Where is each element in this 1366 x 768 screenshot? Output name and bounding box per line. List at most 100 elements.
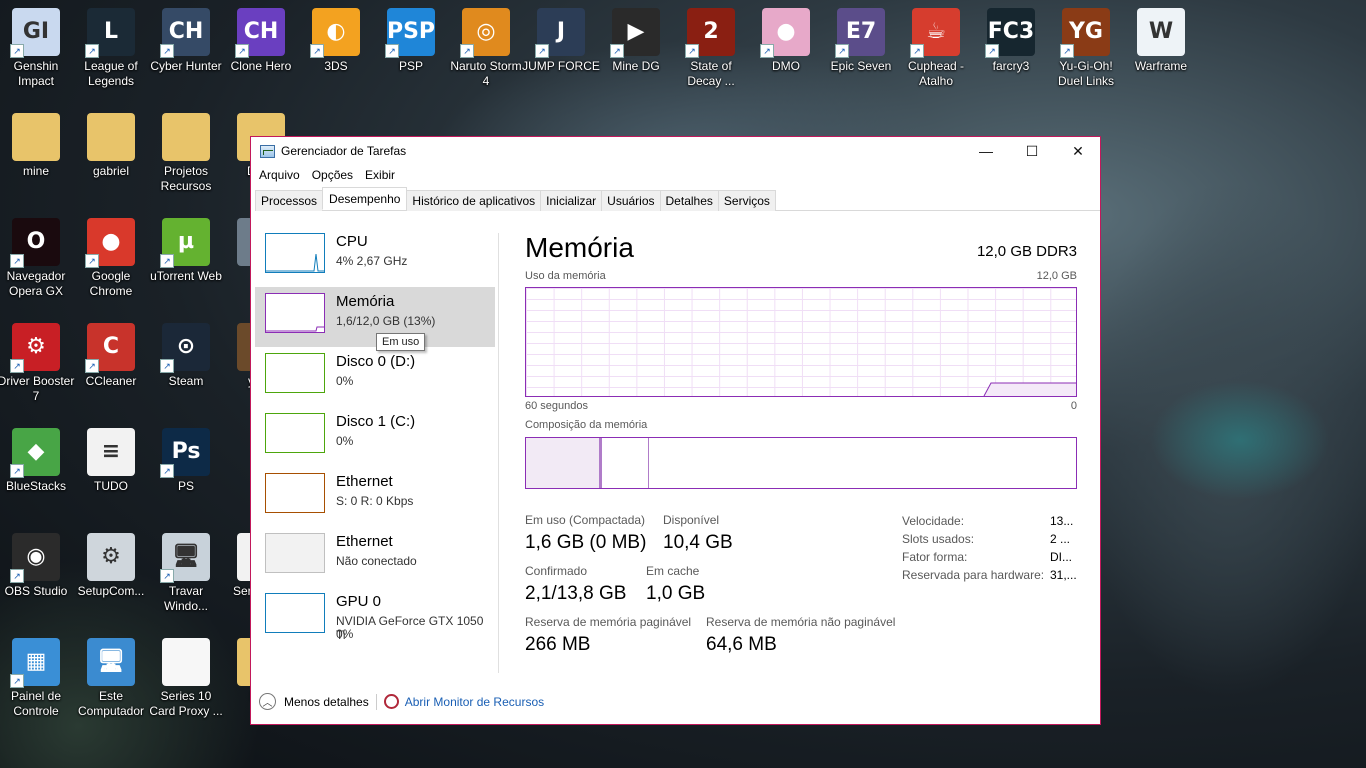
resource-subtext: 0% [336,374,354,388]
menu-arquivo[interactable]: Arquivo [253,168,306,182]
tab-processos[interactable]: Processos [255,190,324,211]
resource-item[interactable]: Memória 1,6/12,0 GB (13%) [255,287,495,347]
tab-servicos[interactable]: Serviços [717,190,776,211]
menu-opcoes[interactable]: Opções [306,168,359,182]
app-icon: FC3 ↗ [985,8,1035,58]
desktop-icon[interactable]: gabriel [75,113,147,215]
resource-item[interactable]: CPU 4% 2,67 GHz [255,227,495,287]
desktop-icon-label: 3DS [324,59,348,73]
desktop-icon[interactable]: CH ↗ Cyber Hunter [150,8,222,110]
desktop-icon[interactable]: CH ↗ Clone Hero [225,8,297,110]
desktop-icon-label: Projetos Recursos [160,164,212,193]
app-icon: J ↗ [535,8,585,58]
desktop-icon[interactable]: 🖥 ↗ Travar Windo... [150,533,222,635]
prop-reserved-label: Reservada para hardware: [902,568,1045,582]
resource-thumbnail [265,533,325,573]
app-icon: 🖥 ↗ [160,533,210,583]
desktop-icon[interactable]: ⊙ ↗ Steam [150,323,222,425]
resource-item[interactable]: Disco 1 (C:) 0% [255,407,495,467]
tab-historico[interactable]: Histórico de aplicativos [406,190,542,211]
app-glyph: ● [776,19,796,44]
title-bar[interactable]: Gerenciador de Tarefas — ☐ ✕ [251,137,1100,165]
app-icon: µ ↗ [160,218,210,268]
desktop-icon[interactable]: 🖥 Este Computador [75,638,147,740]
desktop-icon[interactable]: mine [0,113,72,215]
desktop-icon[interactable]: W Warframe [1125,8,1197,110]
desktop-icon-label: JUMP FORCE [522,59,600,73]
resource-thumbnail [265,353,325,393]
desktop-icon[interactable]: ● ↗ Google Chrome [75,218,147,320]
resource-subtext: 0% [336,434,354,448]
app-glyph: E7 [845,19,877,44]
app-icon: ⚙ [87,533,135,581]
desktop-icon[interactable]: E7 ↗ Epic Seven [825,8,897,110]
shortcut-arrow-icon: ↗ [160,464,174,478]
desktop-icon-label: Yu-Gi-Oh! Duel Links [1057,59,1115,88]
desktop-icon-label: mine [22,164,49,178]
resource-thumbnail [265,413,325,453]
tab-desempenho[interactable]: Desempenho [322,187,408,210]
desktop-icon[interactable]: ◉ ↗ OBS Studio [0,533,72,635]
pane-divider[interactable] [498,233,499,673]
desktop-icon[interactable]: µ ↗ uTorrent Web [150,218,222,320]
desktop-icon[interactable]: O ↗ Navegador Opera GX [0,218,72,320]
desktop-icon[interactable]: ▶ ↗ Mine DG [600,8,672,110]
desktop-icon[interactable]: ≡ TUDO [75,428,147,530]
app-glyph: ▦ [25,649,47,674]
shortcut-arrow-icon: ↗ [460,44,474,58]
desktop-icon[interactable]: ◎ ↗ Naruto Storm 4 [450,8,522,110]
menu-exibir[interactable]: Exibir [359,168,401,182]
shortcut-arrow-icon: ↗ [10,464,24,478]
desktop-icon[interactable]: Ps ↗ PS [150,428,222,530]
desktop-icon[interactable]: ☕ ↗ Cuphead - Atalho [900,8,972,110]
app-glyph: CH [243,19,279,44]
resource-item[interactable]: Ethernet S: 0 R: 0 Kbps [255,467,495,527]
shortcut-arrow-icon: ↗ [10,359,24,373]
desktop-icon[interactable]: J ↗ JUMP FORCE [522,8,600,110]
resource-thumbnail [265,293,325,333]
tab-inicializar[interactable]: Inicializar [540,190,603,211]
desktop-icon[interactable]: ▦ ↗ Painel de Controle [0,638,72,740]
app-icon [162,113,210,161]
close-button[interactable]: ✕ [1055,137,1101,165]
desktop-icon[interactable]: GI ↗ Genshin Impact [0,8,72,110]
app-glyph: ◉ [26,544,46,569]
app-icon: L ↗ [85,8,135,58]
desktop-icon[interactable]: 2 ↗ State of Decay ... [675,8,747,110]
desktop-icon[interactable]: ● ↗ DMO [750,8,822,110]
shortcut-arrow-icon: ↗ [85,44,99,58]
desktop-icon[interactable]: ◐ ↗ 3DS [300,8,372,110]
maximize-button[interactable]: ☐ [1009,137,1055,165]
app-icon: ≡ [87,428,135,476]
desktop-icon-label: PS [177,479,194,493]
resource-item[interactable]: Ethernet Não conectado [255,527,495,587]
desktop-icon[interactable]: FC3 ↗ farcry3 [975,8,1047,110]
memory-capacity: 12,0 GB DDR3 [976,243,1077,260]
desktop-icon[interactable]: C ↗ CCleaner [75,323,147,425]
stat-paged-pool: Reserva de memória paginável 266 MB [525,615,691,656]
desktop-icon[interactable]: ◆ ↗ BlueStacks [0,428,72,530]
tab-usuarios[interactable]: Usuários [601,190,661,211]
tab-detalhes[interactable]: Detalhes [659,190,719,211]
app-icon: GI ↗ [10,8,60,58]
app-glyph: GI [22,19,50,44]
desktop-icon[interactable]: PSP ↗ PSP [375,8,447,110]
chevron-up-icon[interactable]: ︿ [259,693,276,710]
desktop-icon[interactable]: ⚙ ↗ Driver Booster 7 [0,323,74,425]
desktop-icon[interactable]: Projetos Recursos [150,113,222,215]
shortcut-arrow-icon: ↗ [385,44,399,58]
resource-item[interactable]: GPU 0 NVIDIA GeForce GTX 1050 Ti 0% [255,587,495,647]
minimize-button[interactable]: — [963,137,1009,165]
app-glyph: 🖥 [172,544,200,569]
prop-speed-value: 13... [1050,514,1074,528]
less-details-link[interactable]: Menos detalhes [284,695,369,709]
resource-monitor-link[interactable]: Abrir Monitor de Recursos [405,695,544,709]
desktop-icon[interactable]: Series 10 Card Proxy ... [149,638,223,740]
shortcut-arrow-icon: ↗ [160,44,174,58]
desktop-icon[interactable]: YG ↗ Yu-Gi-Oh! Duel Links [1050,8,1122,110]
desktop-icon-label: Painel de Controle [10,689,62,718]
desktop-icon[interactable]: ⚙ SetupCom... [75,533,147,635]
resource-item[interactable]: Disco 0 (D:) 0% [255,347,495,407]
desktop-icon[interactable]: L ↗ League of Legends [75,8,147,110]
stat-label: Reserva de memória paginável [525,615,692,629]
